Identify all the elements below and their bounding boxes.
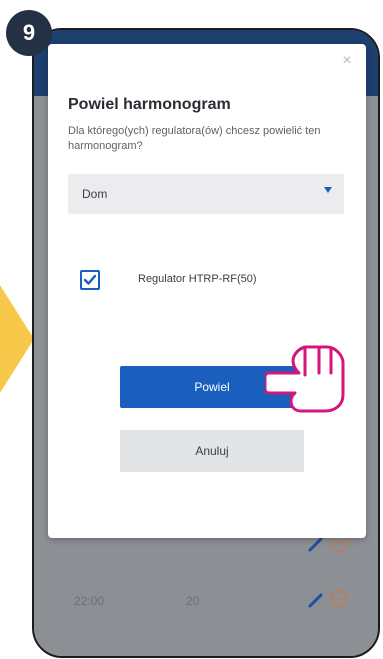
arrow-right-icon: [0, 285, 34, 393]
checkmark-icon: [83, 274, 97, 285]
dialog-description: Dla którego(ych) regulatora(ów) chcesz p…: [68, 125, 321, 152]
step-number-badge: 9: [6, 10, 52, 56]
edit-pencil-icon[interactable]: [306, 590, 326, 610]
schedule-row: 22:00 20: [74, 586, 354, 616]
home-select[interactable]: Dom: [68, 174, 344, 214]
dialog-title: Powiel harmonogram: [68, 96, 231, 113]
chevron-down-icon: [324, 187, 332, 193]
regulator-checkbox-label: Regulator HTRP-RF(50): [138, 273, 257, 285]
schedule-row-time: 22:00: [74, 594, 105, 608]
cancel-button[interactable]: Anuluj: [120, 430, 304, 472]
close-icon[interactable]: ×: [340, 53, 354, 69]
schedule-row-temp: 20: [186, 594, 200, 608]
duplicate-schedule-dialog: × Powiel harmonogram Dla którego(ych) re…: [48, 44, 366, 538]
home-select-value: Dom: [82, 187, 108, 201]
step-number: 9: [22, 20, 36, 45]
regulator-checkbox[interactable]: [80, 270, 100, 290]
remove-circle-icon[interactable]: [330, 590, 348, 608]
screen: 9 22:00 20 × Powiel harmonogram Dla któr: [0, 0, 383, 659]
pointing-hand-icon: [265, 345, 345, 413]
